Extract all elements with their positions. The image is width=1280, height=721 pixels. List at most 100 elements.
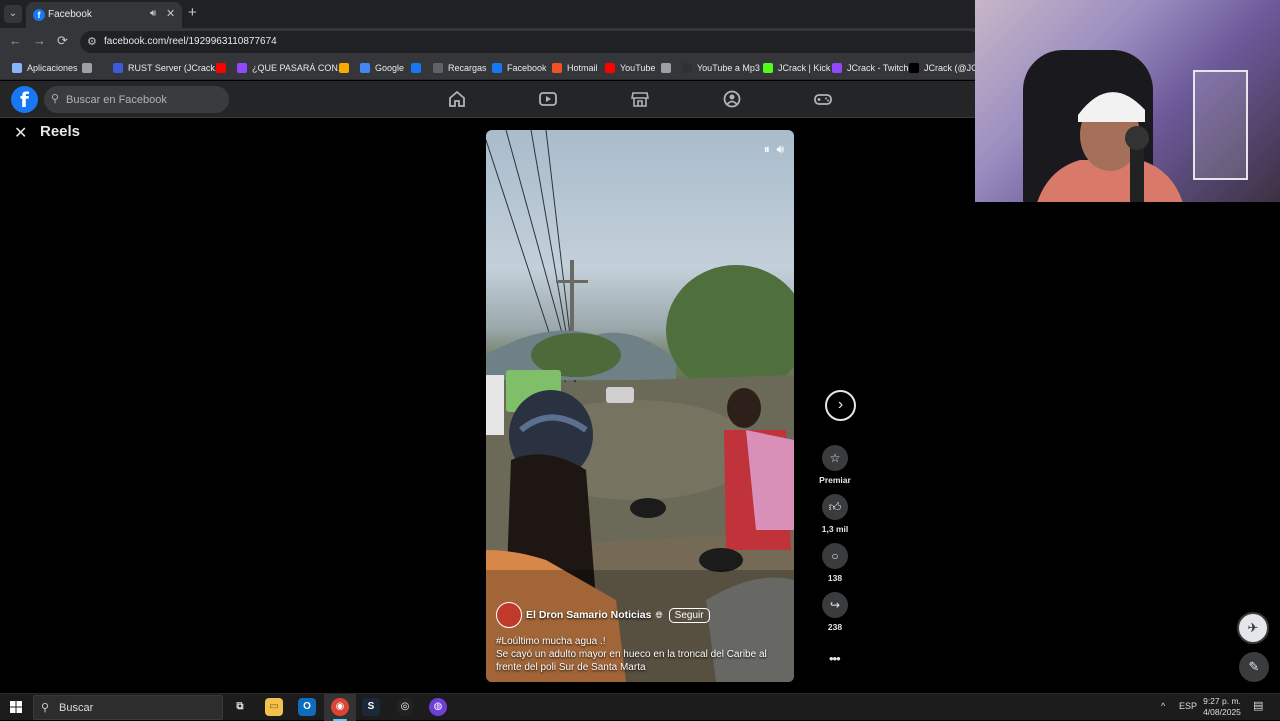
profile-avatar[interactable]: ✈︎ [1237,612,1269,644]
bookmark-item[interactable]: YouTube a Mp3 [682,61,760,75]
facebook-icon: f [33,9,45,21]
bookmark-label: Hotmail [567,63,598,73]
channel-avatar[interactable] [496,602,522,628]
speaker-icon[interactable]: 🔊︎ [150,8,156,19]
bookmark-item[interactable]: YouTube [605,61,655,75]
groups-nav-icon[interactable] [722,90,742,108]
chrome-icon[interactable]: ◉ [331,698,349,716]
globe-icon: 🌐︎ [655,609,663,620]
url-text: facebook.com/reel/1929963110877674 [104,36,277,47]
browser-tab[interactable]: f Facebook 🔊︎ ✕ [26,2,182,28]
bookmark-item[interactable] [216,61,226,75]
facebook-logo-icon[interactable]: f [11,86,38,113]
like-count: 1,3 mil [821,524,849,534]
thumbs-up-icon[interactable]: 👍︎ [822,494,848,520]
windows-taskbar: ⚲ Buscar ⧉ ▭ O ◉ S ◎ ◍ ^ ESP 9:27 p. m. … [0,693,1280,721]
gaming-nav-icon[interactable] [813,90,833,108]
compose-message-icon[interactable]: ✎ [1239,652,1269,682]
tab-search-button[interactable]: ⌄ [4,5,22,23]
bookmark-label: YouTube [620,63,656,73]
windows-icon [552,63,562,73]
reel-video[interactable]: ⏸︎ 🔊︎ El Dron Samario Noticias 🌐︎ Seguir… [486,130,794,682]
close-tab-icon[interactable]: ✕ [166,7,175,20]
taskbar-search[interactable]: ⚲ Buscar [33,695,223,720]
bookmark-item[interactable] [339,61,349,75]
recargas-icon [433,63,443,73]
steam-icon[interactable]: S [362,698,380,716]
discord-icon[interactable]: ◍ [429,698,447,716]
premiar-action[interactable]: ☆ Premiar [818,445,852,485]
bookmark-label: YouTube a Mp3 [697,63,760,73]
back-button[interactable]: ← [9,33,22,48]
pause-icon[interactable]: ⏸︎ [764,142,770,156]
bookmark-label: Recargas [448,63,487,73]
caption-hashtag[interactable]: #Loúltimo mucha agua .! [496,635,786,648]
twitch-icon [832,63,842,73]
bookmark-label: Aplicaciones [27,63,78,73]
comment-action[interactable]: ○ 138 [818,543,852,583]
obs-icon[interactable]: ◎ [396,698,414,716]
globe-icon [661,63,671,73]
tray-chevron-icon[interactable]: ^ [1161,701,1165,711]
share-icon[interactable]: ↪ [822,592,848,618]
star-icon [339,63,349,73]
youtube-icon [216,63,226,73]
caption-text: Se cayó un adulto mayor en hueco en la t… [496,649,767,673]
facebook-search-box[interactable]: ⚲ [44,86,229,113]
share-action[interactable]: ↪ 238 [818,592,852,632]
share-count: 238 [827,622,843,632]
bookmark-item[interactable]: Hotmail [552,61,598,75]
bookmark-label: JCrack - Twitch [847,63,909,73]
follow-button[interactable]: Seguir [668,607,710,623]
twitch-icon [237,63,247,73]
more-options-icon[interactable]: ••• [829,651,841,666]
close-reels-icon[interactable]: ✕ [14,123,27,143]
video-nav-icon[interactable] [538,90,558,108]
bookmark-item[interactable]: Google [360,61,404,75]
tab-title: Facebook [48,9,92,20]
bookmark-item[interactable]: Facebook [492,61,547,75]
bookmark-item[interactable]: RUST Server (JCrack... [113,61,222,75]
new-tab-button[interactable]: + [188,4,197,21]
channel-name[interactable]: El Dron Samario Noticias [526,609,651,621]
x-icon [909,63,919,73]
comment-icon[interactable]: ○ [822,543,848,569]
bookmark-item[interactable] [411,61,421,75]
facebook-search-input[interactable] [66,91,221,108]
reload-button[interactable]: ⟳ [57,33,68,49]
bookmark-item[interactable]: JCrack | Kick [763,61,830,75]
next-reel-button[interactable]: › [825,390,856,421]
search-icon: ⚲ [41,702,50,714]
bookmark-item[interactable]: Recargas [433,61,487,75]
like-action[interactable]: 👍︎ 1,3 mil [818,494,852,534]
bookmark-label: ¿QUE PASARÁ CON... [252,63,346,73]
taskbar-clock[interactable]: 9:27 p. m. 4/08/2025 [1200,696,1244,718]
premiar-label: Premiar [819,475,851,485]
grid-icon [82,63,92,73]
bookmark-item[interactable] [661,61,671,75]
windows-start-icon[interactable] [10,701,22,713]
marketplace-nav-icon[interactable] [630,90,650,108]
video-frame-scene [486,130,794,682]
file-explorer-icon[interactable]: ▭ [265,698,283,716]
bookmark-item[interactable]: ¿QUE PASARÁ CON... [237,61,345,75]
facebook-icon [411,63,421,73]
kick-icon [763,63,773,73]
streamer-image [1037,92,1183,202]
bookmark-label: JCrack | Kick [778,63,831,73]
bookmark-label: Google [375,63,405,73]
search-icon: ⚲ [51,93,60,105]
bookmark-item[interactable]: JCrack - Twitch [832,61,908,75]
bookmark-item[interactable]: Aplicaciones [12,61,78,75]
home-nav-icon[interactable] [447,90,467,108]
language-indicator[interactable]: ESP [1179,701,1197,711]
notification-icon[interactable]: ▤ [1253,699,1263,712]
volume-icon[interactable]: 🔊︎ [776,142,784,156]
address-bar[interactable]: ⚙︎ facebook.com/reel/1929963110877674 [80,31,980,53]
bookmark-item[interactable] [82,61,92,75]
task-view-icon[interactable]: ⧉ [231,698,249,716]
forward-button[interactable]: → [33,33,46,48]
site-info-icon[interactable]: ⚙︎ [87,35,97,48]
star-icon[interactable]: ☆ [822,445,848,471]
outlook-icon[interactable]: O [298,698,316,716]
